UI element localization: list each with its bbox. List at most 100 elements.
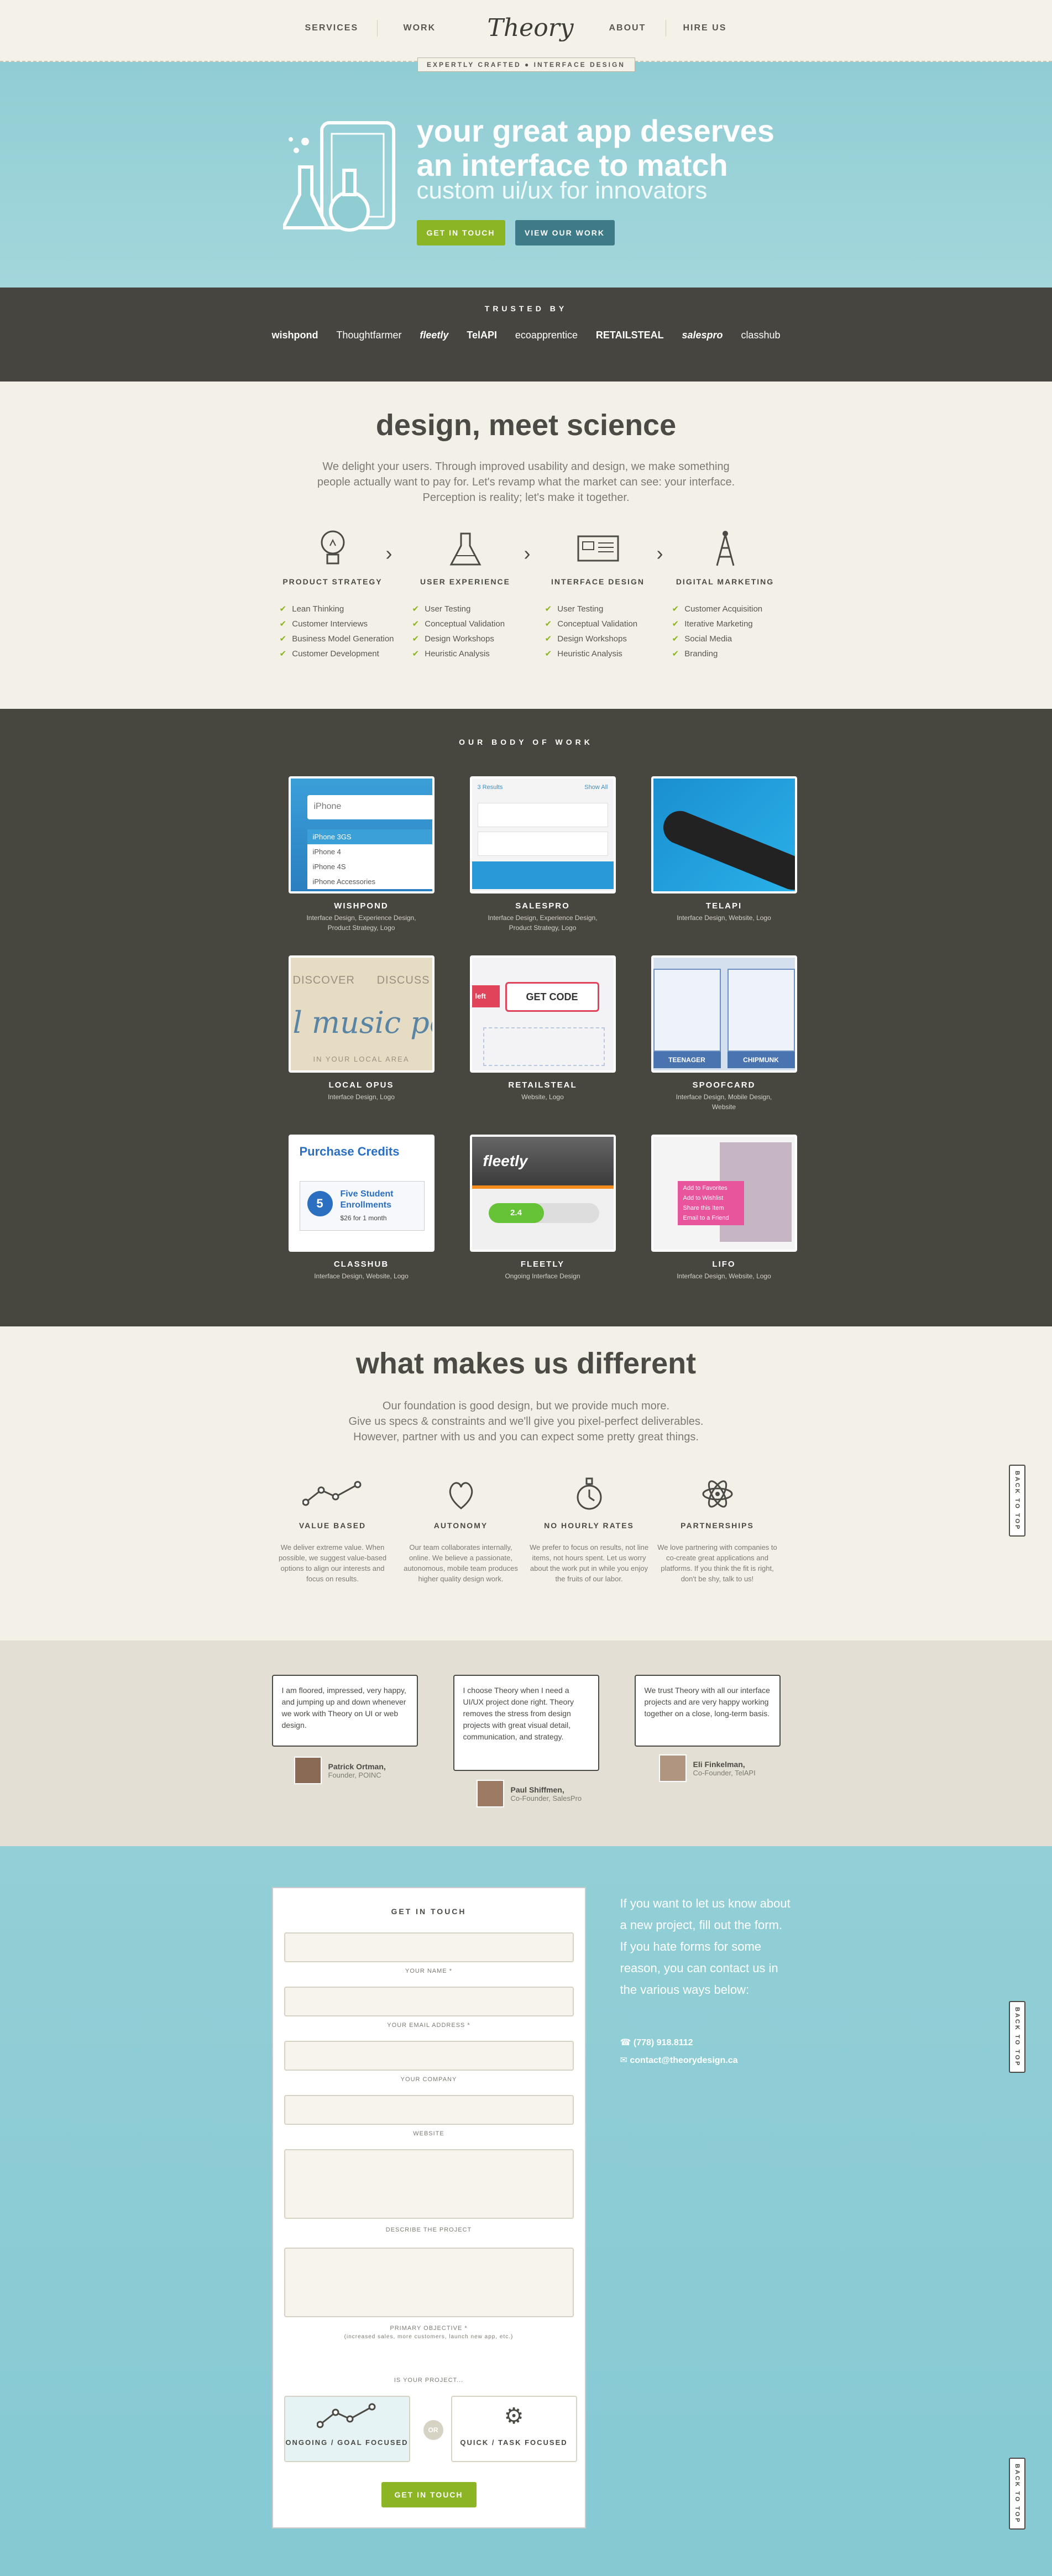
radio-tower-icon	[659, 526, 792, 571]
service-list: User Testing Conceptual Validation Desig…	[545, 602, 664, 661]
service-list: Lean Thinking Customer Interviews Busine…	[280, 602, 399, 661]
project-tile-lifo[interactable]: Add to Favorites Add to Wishlist Share t…	[651, 1135, 797, 1281]
email-address[interactable]: contact@theorydesign.ca	[630, 2056, 737, 2065]
project-desc-line: Website	[711, 1103, 736, 1111]
client-logo-retailsteal: RETAILSTEAL	[595, 330, 664, 341]
project-thumbnail[interactable]: Purchase Credits 5 Five Student Enrollmen…	[288, 1135, 435, 1252]
thumb-results-count: 3 Results	[477, 784, 503, 791]
ongoing-goal-focused-option[interactable]: ONGOING / GOAL FOCUSED	[284, 2396, 410, 2462]
service-item: Customer Acquisition	[672, 602, 792, 616]
service-item: Conceptual Validation	[412, 616, 532, 631]
contact-section: GET IN TOUCH YOUR NAME * YOUR EMAIL ADDR…	[0, 1846, 1052, 2576]
project-desc: Interface Design, Website, Logo	[651, 1271, 797, 1281]
primary-objective-textarea[interactable]	[284, 2248, 574, 2317]
portfolio-title: OUR BODY OF WORK	[459, 738, 593, 746]
project-thumbnail[interactable]: fleetly 2.4	[469, 1135, 616, 1252]
feature-body: We deliver extreme value. When possible,…	[278, 1543, 387, 1583]
thumb-script-text: l music pe	[292, 1005, 435, 1040]
project-tile-classhub[interactable]: Purchase Credits 5 Five Student Enrollmen…	[288, 1135, 435, 1281]
thumb-title: Purchase Credits	[299, 1145, 400, 1158]
flask-icon	[399, 526, 532, 571]
what-makes-us-different-section: what makes us different Our foundation i…	[0, 1326, 1052, 1640]
project-desc: Interface Design, Website, Logo	[289, 1271, 435, 1281]
primary-objective-label: PRIMARY OBJECTIVE *	[390, 2325, 468, 2332]
company-field[interactable]	[284, 2041, 574, 2071]
back-to-top-button[interactable]: BACK TO TOP	[1009, 1465, 1025, 1537]
thumb-stripe	[472, 1185, 614, 1189]
project-tile-local-opus[interactable]: DISCOVER DISCUSS l music pe IN YOUR LOCA…	[288, 955, 435, 1102]
service-list: Customer Acquisition Iterative Marketing…	[672, 602, 792, 661]
service-item: User Testing	[545, 602, 664, 616]
theory-logo[interactable]: Theory	[488, 4, 574, 54]
project-thumbnail[interactable]: TEENAGER CHIPMUNK	[651, 955, 797, 1073]
service-title: USER EXPERIENCE	[420, 577, 511, 586]
project-desc-line: Product Strategy, Logo	[327, 924, 395, 932]
project-desc-line: Interface Design, Experience Design,	[488, 914, 598, 922]
contact-side-tab[interactable]: BACK TO TOP	[1009, 2001, 1025, 2073]
testimonial-quote: We trust Theory with all our interface p…	[634, 1675, 781, 1747]
project-name: SPOOFCARD	[692, 1080, 756, 1090]
company-label: YOUR COMPANY	[400, 2076, 457, 2083]
project-tile-wishpond[interactable]: iPhone iPhone 3GS iPhone 4 iPhone 4S iPh…	[288, 776, 435, 933]
view-our-work-button[interactable]: VIEW OUR WORK	[515, 220, 615, 245]
avatar	[476, 1780, 504, 1807]
nav-hire-link[interactable]: HIRE US	[683, 23, 727, 33]
client-logo-ecoapprentice: ecoapprentice	[515, 330, 578, 341]
nav-work-link[interactable]: WORK	[404, 23, 436, 33]
service-title: DIGITAL MARKETING	[676, 577, 774, 586]
science-body: We delight your users. Through improved …	[0, 459, 1052, 505]
project-thumbnail[interactable]: iPhone iPhone 3GS iPhone 4 iPhone 4S iPh…	[288, 776, 435, 893]
client-logo-wishpond: wishpond	[271, 330, 318, 341]
project-tile-telapi[interactable]: TELAPI Interface Design, Website, Logo	[651, 776, 797, 923]
project-tile-salespro[interactable]: 3 Results Show All SALESPRO Interface De…	[469, 776, 616, 933]
thumb-card	[727, 969, 795, 1052]
feature-title: NO HOURLY RATES	[544, 1521, 634, 1530]
project-thumbnail[interactable]: left GET CODE	[469, 955, 616, 1073]
graph-trend-icon	[316, 2403, 375, 2428]
describe-project-textarea[interactable]	[284, 2149, 574, 2219]
nav-services-link[interactable]: SERVICES	[305, 23, 359, 33]
quick-task-focused-option[interactable]: ⚙ QUICK / TASK FOCUSED	[451, 2396, 577, 2462]
project-thumbnail[interactable]: 3 Results Show All	[469, 776, 616, 893]
get-in-touch-button[interactable]: GET IN TOUCH	[416, 220, 505, 245]
project-tile-spoofcard[interactable]: TEENAGER CHIPMUNK SPOOFCARD Interface De…	[651, 955, 797, 1112]
email-field[interactable]	[284, 1987, 574, 2016]
service-item: User Testing	[412, 602, 532, 616]
project-desc: Interface Design, Website, Logo	[651, 913, 797, 923]
hero-headline: your great app deserves an interface to …	[417, 114, 793, 182]
service-interface-design: INTERFACE DESIGN User Testing Conceptual…	[532, 526, 664, 661]
thumb-phone	[658, 806, 795, 891]
back-to-top-button[interactable]: BACK TO TOP	[1009, 2458, 1025, 2530]
service-title: PRODUCT STRATEGY	[282, 577, 383, 586]
thumb-code-button: GET CODE	[505, 982, 599, 1012]
phone-number[interactable]: (778) 918.8112	[634, 2038, 693, 2047]
project-thumbnail[interactable]	[651, 776, 797, 893]
project-thumbnail[interactable]: DISCOVER DISCUSS l music pe IN YOUR LOCA…	[288, 955, 435, 1073]
client-logo-classhub: classhub	[741, 330, 781, 341]
name-label: YOUR NAME *	[405, 1968, 452, 1974]
project-tile-retailsteal[interactable]: left GET CODE RETAILSTEAL Website, Logo	[469, 955, 616, 1102]
email-row: ✉ contact@theorydesign.ca	[620, 2052, 738, 2070]
thumb-logo: fleetly	[483, 1152, 528, 1169]
name-field[interactable]	[284, 1932, 574, 1962]
thumb-offer: Five Student Enrollments	[341, 1189, 394, 1211]
thumb-menu: Add to Favorites Add to Wishlist Share t…	[677, 1181, 744, 1225]
service-title: INTERFACE DESIGN	[551, 577, 645, 586]
thumb-text: IN YOUR LOCAL AREA	[313, 1055, 410, 1063]
thumb-number: 5	[307, 1191, 333, 1216]
thumb-offer-line: Enrollments	[340, 1200, 391, 1210]
service-digital-marketing: DIGITAL MARKETING Customer Acquisition I…	[659, 526, 792, 661]
project-desc-line: Interface Design, Mobile Design,	[676, 1093, 772, 1101]
service-item: Lean Thinking	[280, 602, 399, 616]
website-field[interactable]	[284, 2095, 574, 2125]
project-tile-fleetly[interactable]: fleetly 2.4 FLEETLY Ongoing Interface De…	[469, 1135, 616, 1281]
nav-divider	[376, 20, 378, 36]
nav-about-link[interactable]: ABOUT	[609, 23, 646, 33]
thumb-offer-line: Five Student	[340, 1189, 394, 1199]
science-body-line: We delight your users. Through improved …	[322, 461, 730, 473]
chevron-right-icon: ›	[385, 542, 392, 565]
project-thumbnail[interactable]: Add to Favorites Add to Wishlist Share t…	[651, 1135, 797, 1252]
project-name: FLEETLY	[520, 1260, 565, 1269]
chevron-right-icon: ›	[524, 542, 531, 565]
submit-get-in-touch-button[interactable]: GET IN TOUCH	[381, 2482, 477, 2507]
